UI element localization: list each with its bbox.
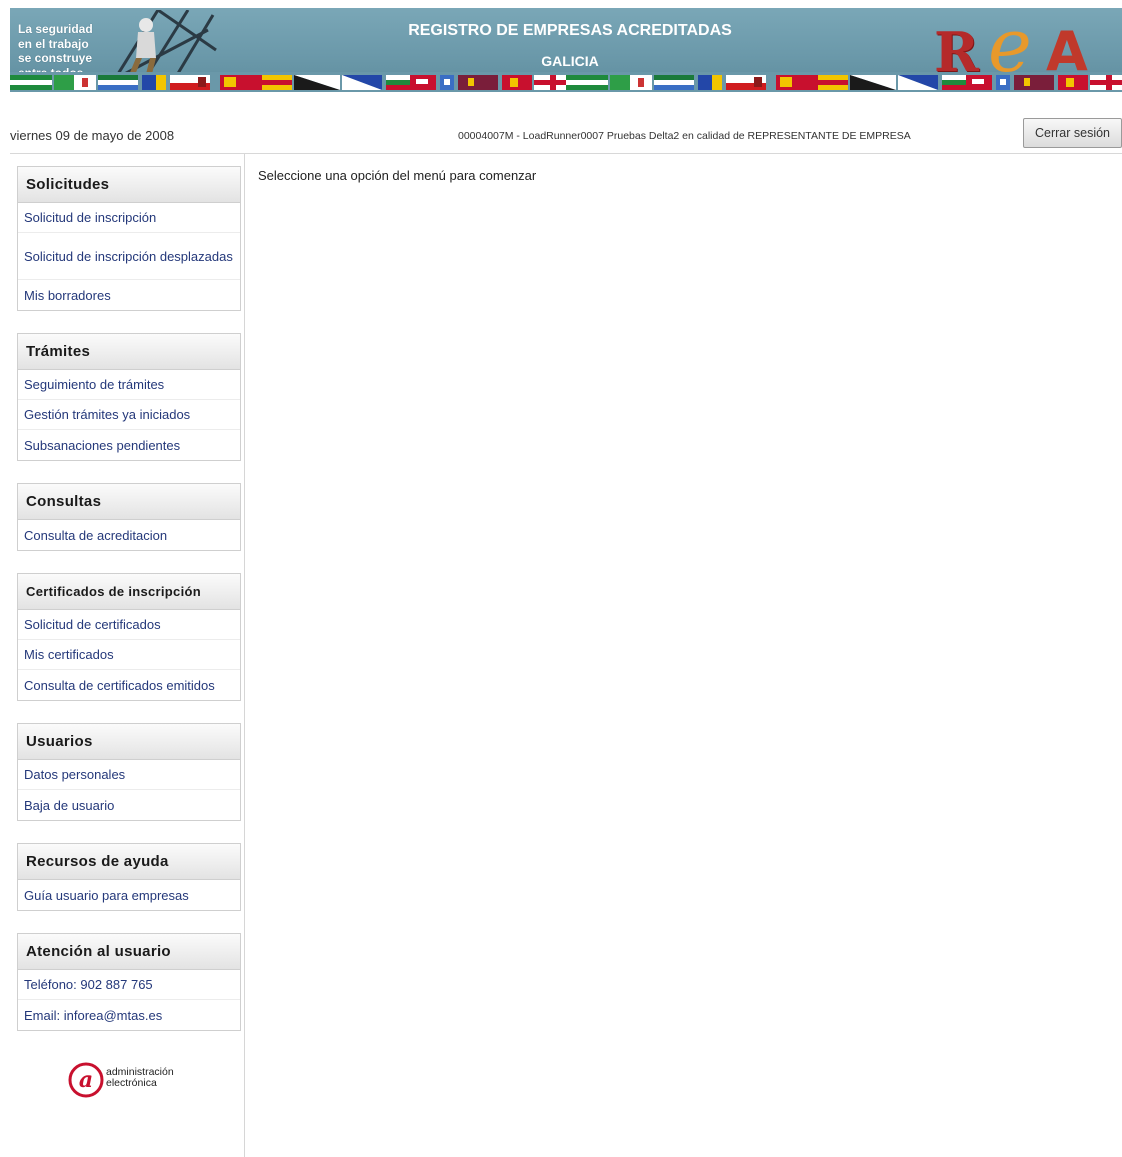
- panel-title-usuarios: Usuarios: [18, 724, 240, 760]
- panel-title-ayuda: Recursos de ayuda: [18, 844, 240, 880]
- site-region: GALICIA: [541, 53, 599, 69]
- menu-item-baja-usuario[interactable]: Baja de usuario: [18, 790, 240, 820]
- menu-item-seguimiento-tramites[interactable]: Seguimiento de trámites: [18, 370, 240, 400]
- menu-item-datos-personales[interactable]: Datos personales: [18, 760, 240, 790]
- menu-item-guia-usuario[interactable]: Guía usuario para empresas: [18, 880, 240, 910]
- current-date: viernes 09 de mayo de 2008: [10, 128, 175, 143]
- menu-item-solicitud-desplazadas[interactable]: Solicitud de inscripción desplazadas: [18, 233, 240, 280]
- panel-title-atencion: Atención al usuario: [18, 934, 240, 970]
- menu-panel-solicitudes: Solicitudes Solicitud de inscripción Sol…: [17, 166, 241, 311]
- menu-panel-tramites: Trámites Seguimiento de trámites Gestión…: [17, 333, 241, 461]
- menu-panel-atencion: Atención al usuario Teléfono: 902 887 76…: [17, 933, 241, 1031]
- menu-item-consulta-acreditacion[interactable]: Consulta de acreditacion: [18, 520, 240, 550]
- main-instruction-message: Seleccione una opción del menú para come…: [258, 168, 537, 183]
- menu-item-subsanaciones[interactable]: Subsanaciones pendientes: [18, 430, 240, 460]
- panel-title-certificados: Certificados de inscripción: [18, 574, 240, 610]
- user-session-info: 00004007M - LoadRunner0007 Pruebas Delta…: [458, 130, 911, 142]
- logout-button[interactable]: Cerrar sesión: [1023, 118, 1122, 148]
- menu-item-mis-certificados[interactable]: Mis certificados: [18, 640, 240, 670]
- menu-panel-certificados: Certificados de inscripción Solicitud de…: [17, 573, 241, 701]
- contact-phone: Teléfono: 902 887 765: [18, 970, 240, 1000]
- sidebar: Solicitudes Solicitud de inscripción Sol…: [10, 154, 245, 1157]
- menu-panel-ayuda: Recursos de ayuda Guía usuario para empr…: [17, 843, 241, 911]
- panel-title-solicitudes: Solicitudes: [18, 167, 240, 203]
- administracion-electronica-logo: a administración electrónica: [68, 1062, 188, 1098]
- svg-text:a: a: [79, 1067, 93, 1093]
- regional-flags-strip: [10, 72, 1122, 92]
- panel-title-tramites: Trámites: [18, 334, 240, 370]
- menu-item-solicitud-inscripcion[interactable]: Solicitud de inscripción: [18, 203, 240, 233]
- at-sign-icon: a: [68, 1062, 104, 1098]
- header-banner: La seguridad en el trabajo se construye …: [10, 8, 1122, 92]
- menu-item-consulta-certificados[interactable]: Consulta de certificados emitidos: [18, 670, 240, 700]
- menu-item-gestion-tramites[interactable]: Gestión trámites ya iniciados: [18, 400, 240, 430]
- contact-email: Email: inforea@mtas.es: [24, 1007, 163, 1023]
- menu-item-mis-borradores[interactable]: Mis borradores: [18, 280, 240, 310]
- site-title: REGISTRO DE EMPRESAS ACREDITADAS: [408, 22, 732, 39]
- menu-panel-usuarios: Usuarios Datos personales Baja de usuari…: [17, 723, 241, 821]
- menu-panel-consultas: Consultas Consulta de acreditacion: [17, 483, 241, 551]
- panel-title-consultas: Consultas: [18, 484, 240, 520]
- menu-item-solicitud-certificados[interactable]: Solicitud de certificados: [18, 610, 240, 640]
